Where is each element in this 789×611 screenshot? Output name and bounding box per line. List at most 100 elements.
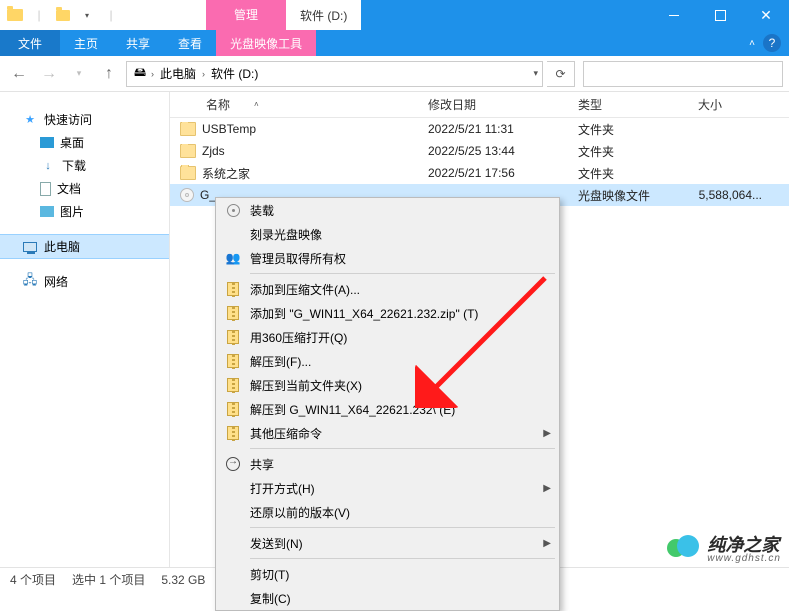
nav-bar: ← → ▾ ↑ 🖴 › 此电脑 › 软件 (D:) ▾ ⟳: [0, 56, 789, 92]
tab-view[interactable]: 查看: [164, 30, 216, 56]
tab-share[interactable]: 共享: [112, 30, 164, 56]
archive-icon: [224, 376, 242, 394]
ribbon-collapse-icon[interactable]: ˄: [749, 38, 755, 49]
network-icon: 🖧: [22, 274, 38, 290]
pictures-icon: [40, 206, 54, 217]
file-date: 2022/5/21 11:31: [420, 122, 570, 136]
sidebar-item-network[interactable]: 🖧 网络: [0, 270, 169, 293]
sidebar-item-pictures[interactable]: 图片: [0, 200, 169, 223]
tab-file[interactable]: 文件: [0, 30, 60, 56]
file-name: USBTemp: [202, 122, 256, 136]
status-selected: 选中 1 个项目: [72, 571, 145, 588]
archive-icon: [224, 304, 242, 322]
window-controls: ✕: [651, 0, 789, 30]
col-type[interactable]: 类型: [570, 96, 690, 113]
ribbon-right: ˄ ?: [741, 30, 789, 56]
ctx-open-360[interactable]: 用360压缩打开(Q): [216, 325, 559, 349]
ctx-admin[interactable]: 👥管理员取得所有权: [216, 246, 559, 270]
ctx-copy[interactable]: 复制(C): [216, 586, 559, 610]
up-button[interactable]: ↑: [96, 61, 122, 87]
close-button[interactable]: ✕: [743, 0, 789, 30]
sidebar-item-downloads[interactable]: ↓ 下载: [0, 154, 169, 177]
archive-icon: [224, 280, 242, 298]
file-size: 5,588,064...: [690, 188, 770, 202]
watermark: 纯净之家 www.gdhst.cn: [667, 533, 781, 567]
ctx-cut[interactable]: 剪切(T): [216, 562, 559, 586]
breadcrumb[interactable]: 🖴 › 此电脑 › 软件 (D:) ▾: [126, 61, 543, 87]
chevron-right-icon[interactable]: ›: [151, 69, 154, 79]
search-input[interactable]: [583, 61, 783, 87]
desktop-icon: [40, 137, 54, 148]
star-icon: ★: [22, 112, 38, 128]
file-rows: USBTemp 2022/5/21 11:31 文件夹 Zjds 2022/5/…: [170, 118, 789, 206]
ctx-send-to[interactable]: 发送到(N)▶: [216, 531, 559, 555]
sidebar-item-documents[interactable]: 文档: [0, 177, 169, 200]
ctx-open-with[interactable]: 打开方式(H)▶: [216, 476, 559, 500]
col-name[interactable]: 名称˄: [170, 96, 420, 113]
qat-sep2: |: [100, 4, 122, 26]
iso-icon: [180, 188, 194, 202]
archive-icon: [224, 328, 242, 346]
sidebar-label: 下载: [62, 157, 86, 174]
sort-indicator-icon: ˄: [254, 100, 259, 109]
ctx-share[interactable]: 共享: [216, 452, 559, 476]
submenu-arrow-icon: ▶: [543, 538, 551, 549]
watermark-url: www.gdhst.cn: [707, 554, 781, 564]
tab-home[interactable]: 主页: [60, 30, 112, 56]
minimize-button[interactable]: [651, 0, 697, 30]
table-row[interactable]: Zjds 2022/5/25 13:44 文件夹: [170, 140, 789, 162]
sidebar-item-quick-access[interactable]: ★ 快速访问: [0, 108, 169, 131]
maximize-button[interactable]: [697, 0, 743, 30]
tab-disc-tools[interactable]: 光盘映像工具: [216, 30, 316, 56]
refresh-button[interactable]: ⟳: [547, 61, 575, 87]
folder-icon: [180, 144, 196, 158]
breadcrumb-dropdown-icon[interactable]: ▾: [533, 68, 538, 79]
ribbon-tabs: 文件 主页 共享 查看 光盘映像工具 ˄ ?: [0, 30, 789, 56]
sidebar-item-this-pc[interactable]: 此电脑: [0, 235, 169, 258]
disc-icon: [224, 201, 242, 219]
file-date: 2022/5/25 13:44: [420, 144, 570, 158]
archive-icon: [224, 352, 242, 370]
sidebar-label: 快速访问: [44, 111, 92, 128]
ctx-extract-to[interactable]: 解压到(F)...: [216, 349, 559, 373]
back-button[interactable]: ←: [6, 61, 32, 87]
ctx-mount[interactable]: 装载: [216, 198, 559, 222]
ctx-extract-named[interactable]: 解压到 G_WIN11_X64_22621.232\ (E): [216, 397, 559, 421]
menu-separator: [250, 448, 555, 449]
forward-button[interactable]: →: [36, 61, 62, 87]
ctx-add-archive[interactable]: 添加到压缩文件(A)...: [216, 277, 559, 301]
props-qat-icon[interactable]: [52, 4, 74, 26]
col-size[interactable]: 大小: [690, 96, 770, 113]
qat-dropdown-icon[interactable]: ▾: [76, 4, 98, 26]
title-bar: | ▾ | 管理 软件 (D:) ✕: [0, 0, 789, 30]
breadcrumb-this-pc[interactable]: 此电脑: [156, 65, 200, 82]
folder-icon: [180, 166, 196, 180]
contextual-tabs: 管理 软件 (D:): [206, 0, 361, 30]
watermark-logo-icon: [667, 533, 701, 567]
menu-separator: [250, 558, 555, 559]
chevron-right-icon[interactable]: ›: [202, 69, 205, 79]
manage-tab[interactable]: 管理: [206, 0, 286, 30]
submenu-arrow-icon: ▶: [543, 428, 551, 439]
recent-dropdown-icon[interactable]: ▾: [66, 61, 92, 87]
context-menu: 装载 刻录光盘映像 👥管理员取得所有权 添加到压缩文件(A)... 添加到 "G…: [215, 197, 560, 611]
document-icon: [40, 182, 51, 196]
qat-sep: |: [28, 4, 50, 26]
breadcrumb-drive[interactable]: 软件 (D:): [207, 65, 262, 82]
ctx-restore[interactable]: 还原以前的版本(V): [216, 500, 559, 524]
sidebar-label: 文档: [57, 180, 81, 197]
table-row[interactable]: USBTemp 2022/5/21 11:31 文件夹: [170, 118, 789, 140]
pc-icon: [22, 239, 38, 255]
ctx-add-zip[interactable]: 添加到 "G_WIN11_X64_22621.232.zip" (T): [216, 301, 559, 325]
ctx-burn[interactable]: 刻录光盘映像: [216, 222, 559, 246]
help-icon[interactable]: ?: [763, 34, 781, 52]
ctx-extract-here[interactable]: 解压到当前文件夹(X): [216, 373, 559, 397]
menu-separator: [250, 527, 555, 528]
table-row[interactable]: 系统之家 2022/5/21 17:56 文件夹: [170, 162, 789, 184]
sidebar-item-desktop[interactable]: 桌面: [0, 131, 169, 154]
ctx-other-compress[interactable]: 其他压缩命令▶: [216, 421, 559, 445]
col-date[interactable]: 修改日期: [420, 96, 570, 113]
file-type: 文件夹: [570, 121, 690, 138]
folder-qat-icon[interactable]: [4, 4, 26, 26]
drive-icon: 🖴: [131, 63, 149, 84]
